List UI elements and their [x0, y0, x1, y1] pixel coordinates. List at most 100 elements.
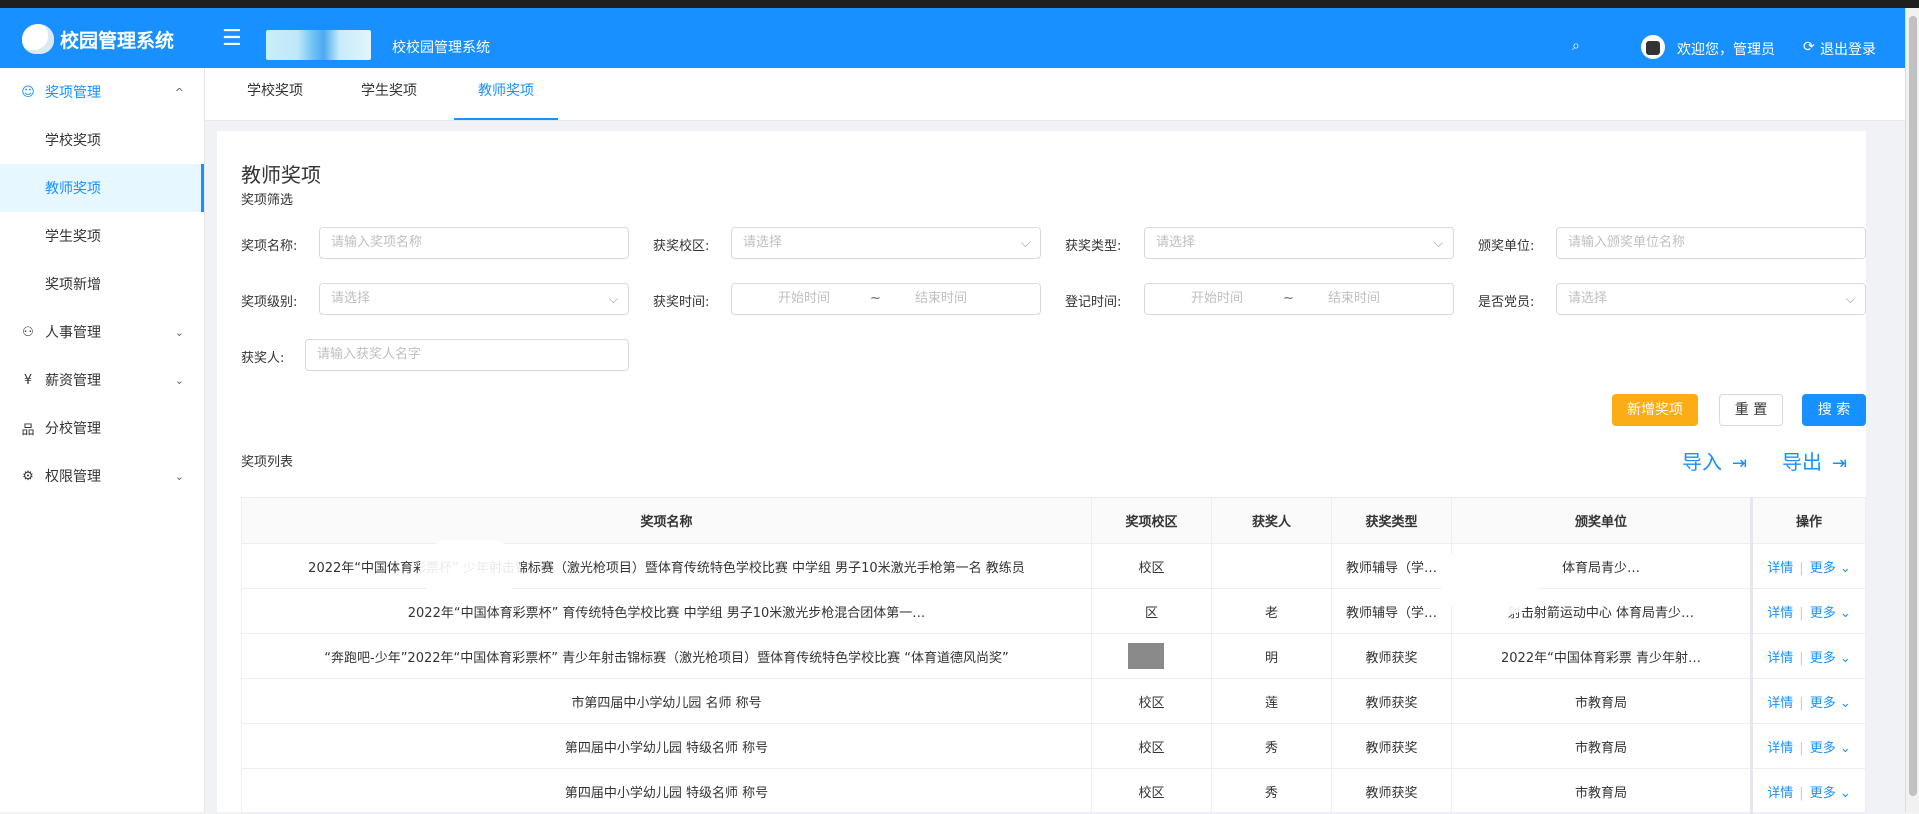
column-header-actions: 操作 [1750, 497, 1866, 544]
more-dropdown[interactable]: 更多 ⌄ [1810, 741, 1851, 756]
column-header-campus[interactable]: 奖项校区 [1091, 497, 1212, 544]
sidebar: ☺ 奖项管理 ^ 学校奖项 教师奖项 学生奖项 奖项新增 ⚇ 人事管理 ⌄ ¥ … [0, 68, 205, 812]
avatar[interactable] [1641, 35, 1665, 59]
table-row[interactable]: 市第四届中小学幼儿园 名师 称号 校区莲教师获奖 市教育局 详情 | 更多 ⌄ [241, 678, 1866, 724]
more-dropdown[interactable]: 更多 ⌄ [1810, 606, 1851, 621]
range-separator: ~ [870, 291, 881, 306]
award-time-end[interactable]: 结束时间 [915, 284, 967, 314]
menu-toggle-icon[interactable]: ☰ [222, 26, 242, 51]
sidebar-item-award-management[interactable]: ☺ 奖项管理 ^ [0, 68, 204, 116]
sidebar-item-personnel[interactable]: ⚇ 人事管理 ⌄ [0, 308, 204, 356]
award-name-cell: 2022年“中国体育彩票杯” 育传统特色学校比赛 中学组 男子10米激光步枪混合… [241, 588, 1092, 634]
register-time-label: 登记时间: [1065, 295, 1122, 310]
award-type-select[interactable]: 请选择 ⌵ [1144, 227, 1454, 259]
column-header-award-name[interactable]: 奖项名称 [241, 497, 1092, 544]
sidebar-item-label: 奖项新增 [45, 277, 101, 293]
detail-link[interactable]: 详情 [1767, 696, 1793, 711]
campus-select[interactable]: 请选择 ⌵ [731, 227, 1041, 259]
award-name-cell: 市第四届中小学幼儿园 名师 称号 [241, 678, 1092, 724]
column-header-winner[interactable]: 获奖人 [1211, 497, 1332, 544]
detail-link[interactable]: 详情 [1767, 561, 1793, 576]
tab-school-awards[interactable]: 学校奖项 [239, 68, 311, 118]
import-label: 导入 [1682, 450, 1722, 474]
export-button[interactable]: 导出 ⇥ [1782, 446, 1847, 475]
page-scrollbar[interactable] [1905, 8, 1919, 812]
yen-icon: ¥ [23, 372, 33, 388]
chevron-down-icon: ⌄ [174, 469, 184, 483]
type-cell: 教师获奖 [1331, 768, 1452, 814]
detail-link[interactable]: 详情 [1767, 741, 1793, 756]
party-member-select[interactable]: 请选择 ⌵ [1556, 283, 1866, 315]
sidebar-item-label: 教师奖项 [45, 181, 101, 197]
actions-cell: 详情 | 更多 ⌄ [1750, 543, 1866, 589]
table-row[interactable]: 第四届中小学幼儿园 特级名师 称号 校区秀教师获奖 市教育局 详情 | 更多 ⌄ [241, 723, 1866, 769]
sidebar-item-student-awards[interactable]: 学生奖项 [0, 212, 204, 260]
award-name-input[interactable]: 请输入奖项名称 [319, 227, 629, 259]
sidebar-item-permissions[interactable]: ⚙ 权限管理 ⌄ [0, 452, 204, 500]
sidebar-item-label: 人事管理 [45, 325, 101, 341]
reset-button[interactable]: 重 置 [1719, 394, 1783, 426]
scrollbar-thumb[interactable] [1909, 16, 1917, 796]
chevron-down-icon: ⌄ [174, 325, 184, 339]
type-cell: 教师获奖 [1331, 678, 1452, 724]
main-card: 教师奖项 奖项筛选 奖项名称: 请输入奖项名称 获奖校区: 请选择 ⌵ 获奖类型… [217, 131, 1866, 814]
award-type-label: 获奖类型: [1065, 239, 1122, 254]
register-time-end[interactable]: 结束时间 [1328, 284, 1380, 314]
type-cell: 教师辅导（学… [1331, 543, 1452, 589]
sidebar-item-add-award[interactable]: 奖项新增 [0, 260, 204, 308]
tab-teacher-awards[interactable]: 教师奖项 [454, 68, 558, 120]
award-time-range-picker[interactable]: 开始时间 ~ 结束时间 [731, 283, 1041, 315]
export-label: 导出 [1782, 450, 1822, 474]
search-button[interactable]: 搜 索 [1802, 394, 1866, 426]
column-header-type[interactable]: 获奖类型 [1331, 497, 1452, 544]
search-icon[interactable]: ⌕ [1572, 38, 1580, 54]
winner-cell: 秀 [1211, 723, 1332, 769]
winner-input[interactable]: 请输入获奖人名字 [305, 339, 629, 371]
winner-cell: 莲 [1211, 678, 1332, 724]
sidebar-item-salary[interactable]: ¥ 薪资管理 ⌄ [0, 356, 204, 404]
sidebar-item-label: 分校管理 [45, 421, 101, 437]
issuer-cell: 市教育局 [1451, 768, 1752, 814]
filter-section-title: 奖项筛选 [241, 193, 294, 208]
logout-button[interactable]: 退出登录 [1820, 39, 1876, 59]
more-dropdown[interactable]: 更多 ⌄ [1810, 651, 1851, 666]
sidebar-item-branch[interactable]: 品 分校管理 [0, 404, 204, 452]
sidebar-item-label: 学生奖项 [45, 229, 101, 245]
gear-icon: ⚙ [22, 468, 34, 484]
register-time-start[interactable]: 开始时间 [1191, 284, 1243, 314]
sidebar-item-label: 薪资管理 [45, 373, 101, 389]
list-title: 奖项列表 [241, 455, 294, 470]
award-time-start[interactable]: 开始时间 [778, 284, 830, 314]
action-separator: | [1799, 785, 1804, 801]
more-dropdown[interactable]: 更多 ⌄ [1810, 696, 1851, 711]
chevron-up-icon: ^ [174, 85, 184, 99]
winner-label: 获奖人: [241, 351, 285, 366]
detail-link[interactable]: 详情 [1767, 651, 1793, 666]
tab-student-awards[interactable]: 学生奖项 [353, 68, 425, 118]
app-logo[interactable]: 校园管理系统 [22, 24, 174, 54]
register-time-range-picker[interactable]: 开始时间 ~ 结束时间 [1144, 283, 1454, 315]
table-header-row: 奖项名称 奖项校区 获奖人 获奖类型 颁奖单位 操作 [241, 497, 1866, 544]
sidebar-item-school-awards[interactable]: 学校奖项 [0, 116, 204, 164]
column-header-issuer[interactable]: 颁奖单位 [1451, 497, 1752, 544]
issuer-cell: 市教育局 [1451, 678, 1752, 724]
detail-link[interactable]: 详情 [1767, 606, 1793, 621]
issuer-input[interactable]: 请输入颁奖单位名称 [1556, 227, 1866, 259]
award-level-label: 奖项级别: [241, 295, 298, 310]
welcome-text: 欢迎您，管理员 [1677, 42, 1775, 58]
import-button[interactable]: 导入 ⇥ [1682, 446, 1747, 475]
detail-link[interactable]: 详情 [1767, 786, 1793, 801]
table-row[interactable]: “奔跑吧-少年”2022年“中国体育彩票杯” 青少年射击锦标赛（激光枪项目）暨体… [241, 633, 1866, 679]
award-level-select[interactable]: 请选择 ⌵ [319, 283, 629, 315]
add-award-button[interactable]: 新增奖项 [1612, 394, 1698, 426]
chevron-down-icon: ⌄ [174, 373, 184, 387]
more-dropdown[interactable]: 更多 ⌄ [1810, 786, 1851, 801]
logout-icon[interactable]: ⟳ [1803, 39, 1815, 55]
sidebar-item-label: 奖项管理 [45, 85, 101, 101]
table-row[interactable]: 第四届中小学幼儿园 特级名师 称号 校区秀教师获奖 市教育局 详情 | 更多 ⌄ [241, 768, 1866, 814]
sidebar-item-teacher-awards[interactable]: 教师奖项 [0, 164, 204, 212]
more-dropdown[interactable]: 更多 ⌄ [1810, 561, 1851, 576]
campus-select-value: 请选择 [743, 235, 783, 250]
action-separator: | [1799, 650, 1804, 666]
brand-image [266, 30, 371, 60]
